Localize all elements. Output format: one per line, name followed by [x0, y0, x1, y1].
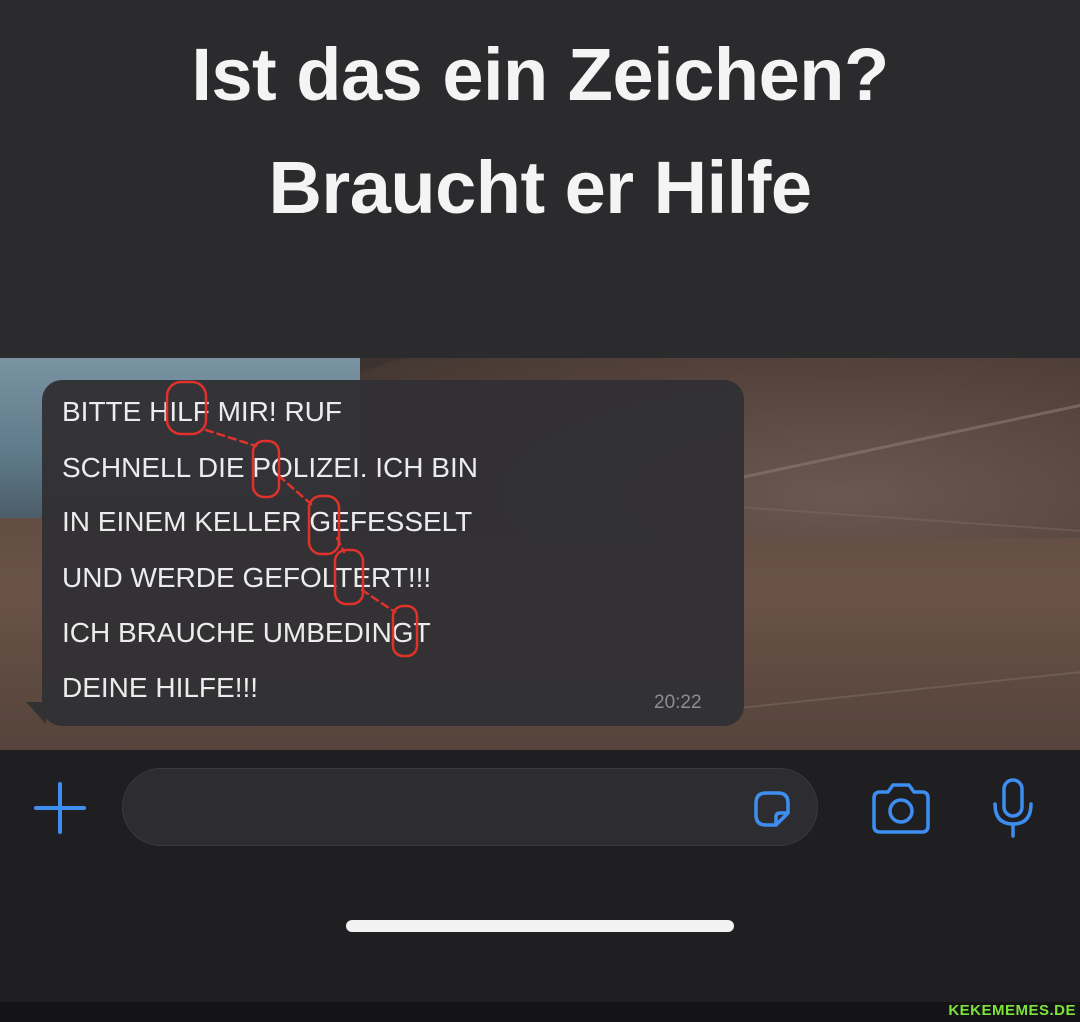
- message-line: ICH BRAUCHE UMBEDINGT: [62, 617, 431, 648]
- meme-caption: Ist das ein Zeichen? Braucht er Hilfe: [0, 0, 1080, 358]
- home-indicator[interactable]: [346, 920, 734, 932]
- message-line: SCHNELL DIE POLIZEI. ICH BIN: [62, 452, 478, 483]
- microphone-icon: [993, 778, 1033, 838]
- message-line: DEINE HILFE!!!: [62, 672, 259, 703]
- message-input[interactable]: [122, 768, 818, 846]
- bottom-strip: [0, 1002, 1080, 1022]
- message-line: UND WERDE GEFOLTERT!!!: [62, 562, 432, 593]
- camera-button[interactable]: [868, 780, 934, 838]
- message-line: IN EINEM KELLER GEFESSELT: [62, 506, 473, 537]
- message-composer-toolbar: [0, 750, 1080, 1002]
- message-bubble-tail: [26, 702, 46, 724]
- microphone-button[interactable]: [988, 776, 1038, 842]
- plus-icon: [34, 782, 86, 834]
- message-line: BITTE HILF MIR! RUF: [62, 396, 342, 427]
- sticker-button[interactable]: [748, 785, 796, 833]
- message-timestamp: 20:22: [654, 692, 702, 713]
- caption-line-1: Ist das ein Zeichen?: [191, 33, 889, 116]
- camera-icon: [872, 783, 930, 834]
- chat-area[interactable]: BITTE HILF MIR! RUF SCHNELL DIE POLIZEI.…: [0, 358, 1080, 750]
- attach-button[interactable]: [30, 778, 90, 838]
- sticker-icon: [754, 791, 790, 827]
- caption-line-2: Braucht er Hilfe: [268, 146, 812, 229]
- watermark: KEKEMEMES.DE: [948, 1002, 1076, 1019]
